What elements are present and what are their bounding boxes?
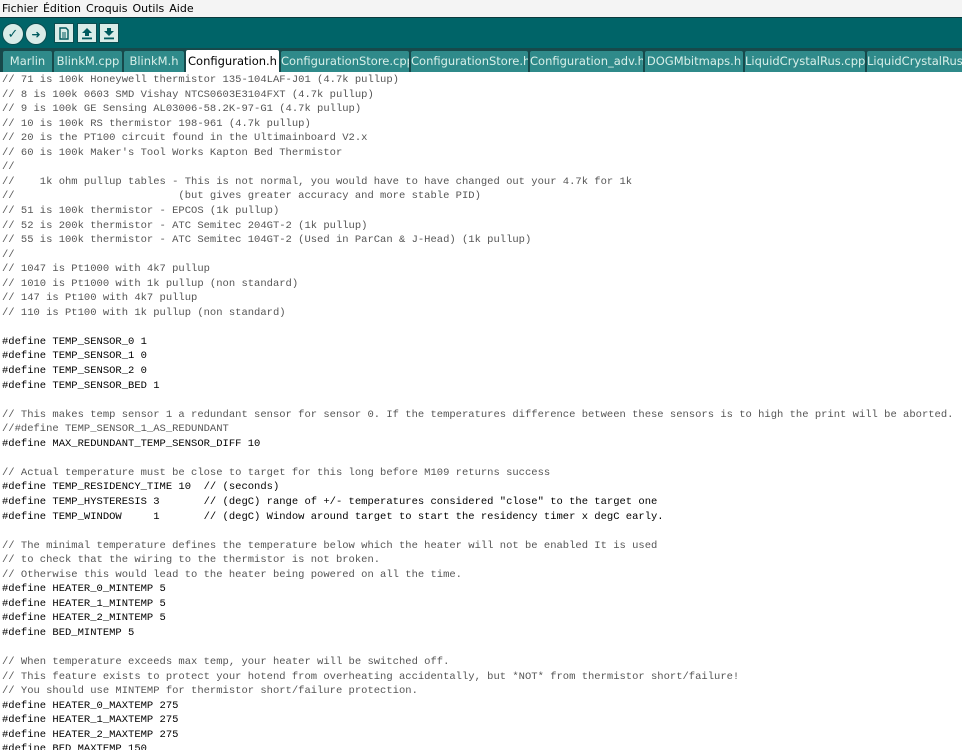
code-line: // 10 is 100k RS thermistor 198-961 (4.7… — [2, 117, 311, 130]
open-button[interactable] — [77, 23, 97, 43]
code-line: #define HEATER_0_MINTEMP 5 — [2, 583, 166, 596]
code-line: #define HEATER_2_MAXTEMP 275 — [2, 728, 179, 741]
code-line: // Otherwise this would lead to the heat… — [2, 568, 462, 581]
upload-button[interactable]: ➜ — [25, 23, 47, 45]
tab-bar: Marlin BlinkM.cpp BlinkM.h Configuration… — [0, 48, 962, 72]
code-line: //#define TEMP_SENSOR_1_AS_REDUNDANT — [2, 423, 229, 436]
tab-blinkm-h[interactable]: BlinkM.h — [124, 51, 184, 72]
check-icon: ✓ — [7, 26, 19, 42]
code-line: // to check that the wiring to the therm… — [2, 554, 381, 567]
code-line: #define TEMP_SENSOR_1 0 — [2, 350, 147, 363]
code-line: #define BED_MINTEMP 5 — [2, 626, 135, 639]
code-line: // 52 is 200k thermistor - ATC Semitec 2… — [2, 219, 368, 232]
code-line: #define MAX_REDUNDANT_TEMP_SENSOR_DIFF 1… — [2, 437, 261, 450]
code-line: // 1010 is Pt1000 with 1k pullup (non st… — [2, 277, 299, 290]
tab-configurationstore-cpp[interactable]: ConfigurationStore.cpp — [281, 51, 409, 72]
code-line: // 1047 is Pt1000 with 4k7 pullup — [2, 263, 210, 276]
code-line: // 55 is 100k thermistor - ATC Semitec 1… — [2, 234, 532, 247]
code-line: // 110 is Pt100 with 1k pullup (non stan… — [2, 306, 286, 319]
save-arrow-down-icon — [104, 27, 114, 39]
open-arrow-up-icon — [82, 27, 92, 39]
tab-marlin[interactable]: Marlin — [3, 51, 52, 72]
tab-dogmbitmaps-h[interactable]: DOGMbitmaps.h — [645, 51, 743, 72]
menu-aide[interactable]: Aide — [167, 0, 196, 17]
code-line: // 60 is 100k Maker's Tool Works Kapton … — [2, 146, 343, 159]
code-line: // 71 is 100k Honeywell thermistor 135-1… — [2, 74, 399, 86]
code-line: #define TEMP_HYSTERESIS 3 // (degC) rang… — [2, 495, 658, 508]
code-line: #define TEMP_SENSOR_2 0 — [2, 365, 147, 377]
code-line: // (but gives greater accuracy and more … — [2, 190, 481, 203]
code-line: // Actual temperature must be close to t… — [2, 466, 551, 479]
code-line: // 51 is 100k thermistor - EPCOS (1k pul… — [2, 204, 280, 217]
code-line: // The minimal temperature defines the t… — [2, 539, 658, 552]
code-line: // 8 is 100k 0603 SMD Vishay NTCS0603E31… — [2, 88, 374, 101]
code-line: #define HEATER_0_MAXTEMP 275 — [2, 699, 179, 712]
code-line: // 147 is Pt100 with 4k7 pullup — [2, 292, 198, 305]
menu-croquis[interactable]: Croquis — [84, 0, 130, 17]
code-line: #define BED_MAXTEMP 150 — [2, 743, 147, 750]
code-line: #define HEATER_2_MINTEMP 5 — [2, 612, 166, 625]
verify-button[interactable]: ✓ — [2, 23, 24, 45]
code-line: // 9 is 100k GE Sensing AL03006-58.2K-97… — [2, 103, 362, 116]
tab-liquidcrystalrus[interactable]: LiquidCrystalRus — [867, 51, 962, 72]
code-line: #define HEATER_1_MAXTEMP 275 — [2, 714, 179, 727]
code-line: // 1k ohm pullup tables - This is not no… — [2, 175, 633, 188]
tab-configuration-adv-h[interactable]: Configuration_adv.h — [530, 51, 643, 72]
code-line: // — [2, 248, 15, 261]
new-button[interactable] — [54, 23, 74, 43]
menu-outils[interactable]: Outils — [130, 0, 167, 17]
arrow-right-icon: ➜ — [31, 27, 41, 41]
code-line: // 20 is the PT100 circuit found in the … — [2, 132, 368, 145]
code-line: #define HEATER_1_MINTEMP 5 — [2, 597, 166, 610]
menu-bar: Fichier Édition Croquis Outils Aide — [0, 0, 962, 17]
code-line: // — [2, 161, 15, 174]
code-line: #define TEMP_SENSOR_BED 1 — [2, 379, 160, 392]
code-line: // You should use MINTEMP for thermistor… — [2, 685, 418, 698]
tab-configurationstore-h[interactable]: ConfigurationStore.h — [411, 51, 528, 72]
code-line: // This feature exists to protect your h… — [2, 670, 740, 683]
menu-edition[interactable]: Édition — [41, 0, 84, 17]
code-editor[interactable]: // 71 is 100k Honeywell thermistor 135-1… — [0, 72, 962, 750]
save-button[interactable] — [99, 23, 119, 43]
tab-liquidcrystalrus-cpp[interactable]: LiquidCrystalRus.cpp — [745, 51, 865, 72]
tab-blinkm-cpp[interactable]: BlinkM.cpp — [54, 51, 122, 72]
tab-configuration-h[interactable]: Configuration.h — [186, 50, 279, 72]
code-line: // This makes temp sensor 1 a redundant … — [2, 408, 954, 421]
code-line: #define TEMP_RESIDENCY_TIME 10 // (secon… — [2, 481, 280, 494]
menu-fichier[interactable]: Fichier — [0, 0, 41, 17]
new-file-icon — [59, 26, 69, 40]
toolbar: ✓ ➜ — [0, 17, 962, 49]
code-line: #define TEMP_SENSOR_0 1 — [2, 335, 147, 348]
code-line: #define TEMP_WINDOW 1 // (degC) Window a… — [2, 510, 664, 523]
code-line: // When temperature exceeds max temp, yo… — [2, 656, 450, 668]
